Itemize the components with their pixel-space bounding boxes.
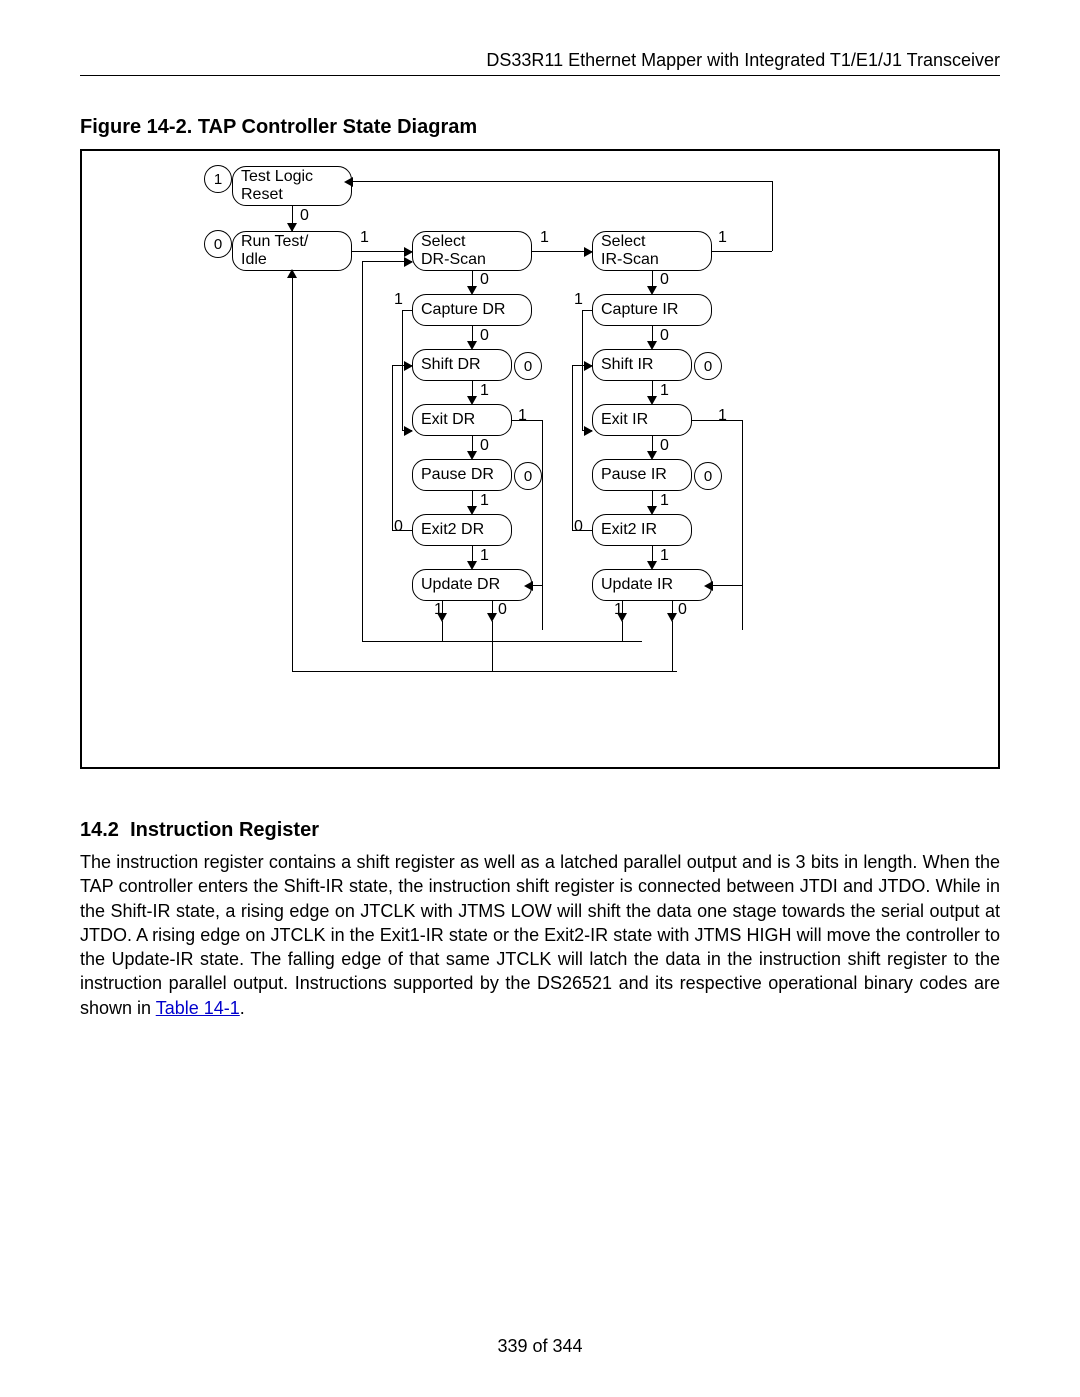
state-select-ir-scan: Select IR-Scan [592, 231, 712, 271]
loop-shift-ir: 0 [694, 352, 722, 380]
edge-label: 1 [660, 382, 669, 400]
state-update-ir: Update IR [592, 569, 712, 601]
loop-rti: 0 [204, 230, 232, 258]
edge-label: 0 [300, 207, 309, 225]
loop-pause-ir: 0 [694, 462, 722, 490]
page-header: DS33R11 Ethernet Mapper with Integrated … [80, 50, 1000, 76]
loop-tlr: 1 [204, 165, 232, 193]
loop-pause-dr: 0 [514, 462, 542, 490]
arrow-right-icon [584, 361, 593, 371]
edge-label: 0 [480, 437, 489, 455]
state-test-logic-reset: Test Logic Reset [232, 166, 352, 206]
edge-label: 0 [660, 437, 669, 455]
body-text: The instruction register contains a shif… [80, 852, 1000, 1018]
edge-label: 0 [394, 518, 403, 536]
arrow-left-icon [704, 581, 713, 591]
edge-label: 0 [678, 601, 687, 619]
arrow-up-icon [287, 269, 297, 278]
arrow-left-icon [524, 581, 533, 591]
table-14-1-link[interactable]: Table 14-1 [156, 998, 240, 1018]
section-title: 14.2 Instruction Register [80, 819, 1000, 842]
body-paragraph: The instruction register contains a shif… [80, 850, 1000, 1020]
state-exit2-ir: Exit2 IR [592, 514, 692, 546]
edge-label: 1 [360, 229, 369, 247]
page-footer: 339 of 344 [0, 1336, 1080, 1357]
edge-label: 1 [480, 547, 489, 565]
state-shift-dr: Shift DR [412, 349, 512, 381]
edge-label: 1 [434, 601, 443, 619]
state-select-dr-scan: Select DR-Scan [412, 231, 532, 271]
figure-title: Figure 14-2. TAP Controller State Diagra… [80, 116, 1000, 139]
edge-label: 0 [574, 518, 583, 536]
arrow-to-tlr-icon [344, 177, 353, 187]
section-heading: Instruction Register [130, 819, 319, 841]
section-number: 14.2 [80, 819, 119, 841]
state-exit-ir: Exit IR [592, 404, 692, 436]
edge-label: 1 [574, 291, 583, 309]
arrow-right-icon [584, 426, 593, 436]
edge-label: 1 [540, 229, 549, 247]
edge-label: 0 [480, 327, 489, 345]
state-update-dr: Update DR [412, 569, 532, 601]
edge-label: 0 [660, 327, 669, 345]
edge-label: 1 [480, 492, 489, 510]
tap-state-diagram: Test Logic Reset 1 0 Run Test/ Idle 0 1 … [80, 149, 1000, 769]
loop-shift-dr: 0 [514, 352, 542, 380]
state-run-test-idle: Run Test/ Idle [232, 231, 352, 271]
edge-label: 1 [394, 291, 403, 309]
state-pause-dr: Pause DR [412, 459, 512, 491]
arrow-right-icon [404, 361, 413, 371]
state-capture-dr: Capture DR [412, 294, 532, 326]
edge-label: 0 [480, 271, 489, 289]
edge-label: 1 [480, 382, 489, 400]
edge-label: 1 [718, 229, 727, 247]
state-exit-dr: Exit DR [412, 404, 512, 436]
edge-label: 1 [614, 601, 623, 619]
edge-label: 0 [498, 601, 507, 619]
arrow-right-icon [404, 426, 413, 436]
body-text-end: . [240, 998, 245, 1018]
state-shift-ir: Shift IR [592, 349, 692, 381]
document-page: DS33R11 Ethernet Mapper with Integrated … [0, 0, 1080, 1397]
state-exit2-dr: Exit2 DR [412, 514, 512, 546]
edge-label: 1 [660, 547, 669, 565]
edge-label: 1 [518, 407, 527, 425]
state-pause-ir: Pause IR [592, 459, 692, 491]
edge-label: 1 [718, 407, 727, 425]
state-capture-ir: Capture IR [592, 294, 712, 326]
arrow-right-icon [404, 257, 413, 267]
edge-label: 0 [660, 271, 669, 289]
edge-label: 1 [660, 492, 669, 510]
